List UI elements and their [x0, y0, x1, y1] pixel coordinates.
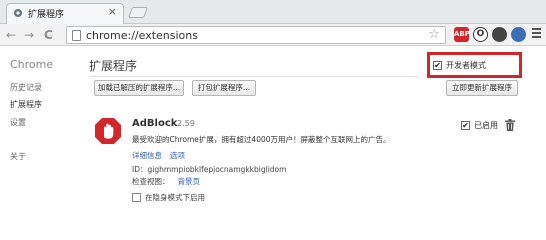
background-page-link[interactable]: 背景页	[178, 177, 201, 186]
trash-icon[interactable]	[505, 119, 515, 131]
opera-toolbar-icon[interactable]: O	[473, 27, 488, 42]
details-link[interactable]: 详细信息	[132, 150, 162, 161]
header-divider	[89, 76, 419, 77]
back-button[interactable]: ←	[6, 27, 16, 43]
new-tab-button[interactable]	[127, 7, 149, 18]
tab-title: 扩展程序	[28, 10, 65, 20]
tab-close-icon[interactable]: ×	[108, 6, 117, 17]
page-icon	[72, 30, 81, 41]
lastpass-toolbar-icon[interactable]	[511, 27, 526, 42]
options-link[interactable]: 选项	[170, 150, 185, 161]
load-unpacked-button[interactable]: 加载已解压的扩展程序...	[94, 80, 184, 96]
incognito-checkbox[interactable]	[132, 193, 141, 202]
sidebar-item-settings[interactable]: 设置	[10, 117, 26, 128]
inspect-views: 检查视图： 背景页	[132, 176, 200, 187]
page-title: 扩展程序	[89, 59, 138, 73]
adblock-logo-icon	[95, 118, 121, 144]
sidebar-brand: Chrome	[10, 58, 54, 71]
pack-extension-button[interactable]: 打包扩展程序...	[192, 80, 256, 96]
developer-mode-label[interactable]: 开发者模式	[446, 60, 486, 71]
bookmark-star-icon[interactable]: ☆	[428, 27, 440, 42]
chrome-menu-icon[interactable]	[532, 28, 541, 40]
enabled-checkbox[interactable]: ✔	[461, 121, 470, 130]
reload-button[interactable]: C	[44, 27, 53, 43]
tab-extensions[interactable]: 扩展程序 ×	[6, 3, 124, 24]
address-bar[interactable]: chrome://extensions ☆	[66, 26, 446, 44]
update-extensions-button[interactable]: 立即更新扩展程序	[446, 80, 518, 96]
extension-name: AdBlock	[132, 118, 178, 129]
extension-version: 2.59	[177, 119, 195, 128]
developer-mode-highlight: ✔ 开发者模式	[427, 52, 522, 78]
extension-id-value: gighmmpiobklfepjocnamgkkbiglidom	[147, 165, 287, 174]
extension-description: 最受欢迎的Chrome扩展，拥有超过4000万用户！屏蔽整个互联网上的广告。	[132, 135, 391, 144]
extension-id-label: ID：	[132, 165, 148, 174]
forward-button[interactable]: →	[24, 27, 34, 43]
puzzle-gear-icon	[14, 9, 22, 17]
browser-toolbar: ← → C chrome://extensions ☆ ABP O	[0, 24, 546, 46]
enabled-label[interactable]: 已启用	[474, 120, 498, 131]
sidebar-item-about[interactable]: 关于	[10, 151, 26, 162]
adblock-toolbar-icon[interactable]: ABP	[454, 27, 470, 42]
sidebar-item-history[interactable]: 历史记录	[10, 82, 42, 93]
inspect-views-label: 检查视图：	[132, 177, 170, 186]
tamper-toolbar-icon[interactable]	[492, 27, 507, 42]
extension-id: ID：gighmmpiobklfepjocnamgkkbiglidom	[132, 164, 286, 175]
url-text[interactable]: chrome://extensions	[86, 29, 198, 42]
sidebar-item-extensions[interactable]: 扩展程序	[10, 99, 42, 110]
developer-mode-checkbox[interactable]: ✔	[433, 61, 442, 70]
sidebar: Chrome	[0, 46, 76, 210]
incognito-label[interactable]: 在隐身模式下启用	[145, 192, 205, 203]
tab-strip: 扩展程序 ×	[0, 0, 546, 24]
